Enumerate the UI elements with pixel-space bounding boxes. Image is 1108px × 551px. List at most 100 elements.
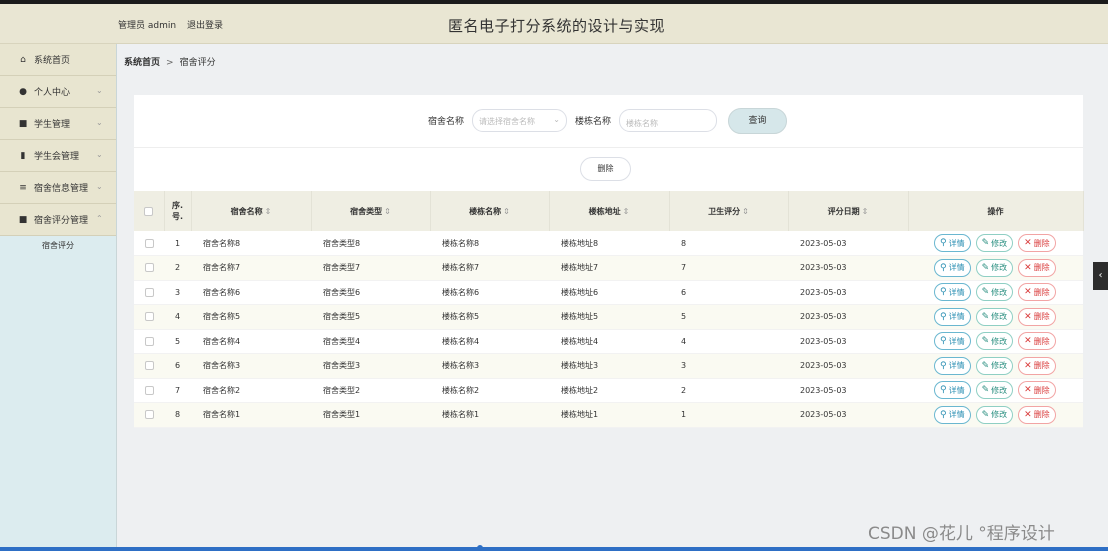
detail-button[interactable]: ⚲ 详情 [934,381,971,400]
sidebar-item[interactable]: ▮ 学生会管理 ⌄ [0,140,116,172]
edit-button[interactable]: ✎ 修改 [975,405,1014,424]
col-building-address[interactable]: 楼栋地址 ⇕ [549,191,670,231]
delete-label: 删除 [1033,263,1050,273]
search-icon: ⚲ [940,409,947,420]
cell-actions: ⚲ 详情 ✎ 修改 ✕ 删除 [908,280,1083,305]
cell-dorm-type: 宿舍类型6 [311,280,430,305]
cell-building-name: 楼栋名称2 [430,378,549,403]
submenu-item[interactable]: 宿舍评分 [0,236,116,256]
query-button[interactable]: 查询 [728,108,787,134]
detail-label: 详情 [948,312,965,322]
collapse-tab-icon[interactable]: ‹ [1093,262,1108,290]
sidebar-item[interactable]: ■ 宿舍评分管理 ⌃ [0,204,116,236]
pencil-icon: ✎ [981,262,990,273]
edit-button[interactable]: ✎ 修改 [975,234,1014,252]
delete-button[interactable]: ✕ 删除 [1018,332,1056,351]
detail-button[interactable]: ⚲ 详情 [934,258,971,277]
batch-delete-button[interactable]: 删除 [580,157,631,181]
delete-button[interactable]: ✕ 删除 [1018,405,1056,424]
edit-button[interactable]: ✎ 修改 [975,356,1014,375]
divider [134,147,1083,148]
col-label: 评分日期 [827,206,860,216]
sort-icon: ⇕ [384,206,391,216]
row-select-cell [134,280,164,305]
detail-label: 详情 [948,263,965,273]
row-checkbox[interactable] [144,263,154,273]
col-dorm-type[interactable]: 宿舍类型 ⇕ [311,191,431,231]
pencil-icon: ✎ [981,409,990,420]
edit-label: 修改 [991,336,1008,346]
row-index: 1 [164,231,191,256]
edit-button[interactable]: ✎ 修改 [975,381,1014,400]
clipboard-icon: ▮ [20,150,26,161]
cell-dorm-type: 宿舍类型3 [311,353,430,379]
cell-actions: ⚲ 详情 ✎ 修改 ✕ 删除 [908,353,1083,379]
row-index: 8 [164,402,191,428]
detail-button[interactable]: ⚲ 详情 [934,356,971,375]
detail-button[interactable]: ⚲ 详情 [934,332,971,351]
edit-button[interactable]: ✎ 修改 [975,307,1014,326]
close-icon: ✕ [1024,262,1032,273]
delete-button[interactable]: ✕ 删除 [1018,258,1056,277]
taskbar-strip [0,547,1108,551]
col-rating-date[interactable]: 评分日期 ⇕ [788,191,909,231]
col-dorm-name[interactable]: 宿舍名称 ⇕ [191,191,312,231]
detail-button[interactable]: ⚲ 详情 [934,283,971,302]
sidebar-item[interactable]: ⌂ 系统首页 [0,44,116,76]
delete-button[interactable]: ✕ 删除 [1018,283,1056,302]
cell-rating-date: 2023-05-03 [788,231,908,256]
app-header: 管理员 admin 退出登录 匿名电子打分系统的设计与实现 [0,4,1108,44]
cell-actions: ⚲ 详情 ✎ 修改 ✕ 删除 [908,329,1083,354]
edit-button[interactable]: ✎ 修改 [975,258,1014,277]
breadcrumb: 系统首页 > 宿舍评分 [124,55,216,68]
detail-button[interactable]: ⚲ 详情 [934,405,971,424]
detail-label: 详情 [948,410,965,420]
cell-rating-date: 2023-05-03 [788,304,908,330]
logout-link[interactable]: 退出登录 [187,21,223,31]
delete-label: 删除 [1033,410,1050,420]
row-checkbox[interactable] [144,312,154,322]
cell-building-name: 楼栋名称8 [430,231,549,256]
col-building-name[interactable]: 楼栋名称 ⇕ [430,191,550,231]
select-all-checkbox[interactable] [144,206,154,216]
cell-hygiene-score: 7 [669,255,788,281]
sidebar-menu: ⌂ 系统首页 ● 个人中心 ⌄ ■ 学生管理 ⌄ ▮ 学生会管理 ⌄ ≡ 宿舍信息管理 ⌄ ■ 宿舍评分管理 ⌃… [0,44,116,256]
table-header-row: 序. 号. 宿舍名称 ⇕ 宿舍类型 ⇕ 楼栋名称 ⇕ 楼栋地址 ⇕ 卫生评分 ⇕ 评分日期… [134,191,1084,231]
col-label: 卫生评分 [708,206,741,216]
col-hygiene-score[interactable]: 卫生评分 ⇕ [669,191,789,231]
row-checkbox[interactable] [144,361,154,371]
delete-button[interactable]: ✕ 删除 [1018,381,1056,400]
chevron-icon: ⌄ [96,118,103,127]
row-select-cell [134,353,164,379]
chevron-down-icon: ⌄ [553,115,560,124]
cell-actions: ⚲ 详情 ✎ 修改 ✕ 删除 [908,304,1083,330]
delete-button[interactable]: ✕ 删除 [1018,356,1056,375]
pencil-icon: ✎ [981,311,990,322]
breadcrumb-home[interactable]: 系统首页 [124,58,160,68]
detail-button[interactable]: ⚲ 详情 [934,307,971,326]
detail-button[interactable]: ⚲ 详情 [934,234,971,252]
row-checkbox[interactable] [144,410,154,420]
row-checkbox[interactable] [144,385,154,395]
sidebar-item[interactable]: ● 个人中心 ⌄ [0,76,116,108]
row-checkbox[interactable] [144,238,154,248]
cell-dorm-name: 宿舍名称6 [191,280,311,305]
building-name-input[interactable] [619,109,717,132]
dorm-name-select[interactable]: 请选择宿舍名称 ⌄ [472,109,567,132]
edit-label: 修改 [991,410,1008,420]
cell-dorm-name: 宿舍名称1 [191,402,311,428]
sidebar-item-label: 个人中心 [34,88,71,98]
row-checkbox[interactable] [144,287,154,297]
row-select-cell [134,378,164,403]
sidebar-item[interactable]: ■ 学生管理 ⌄ [0,108,116,140]
cell-rating-date: 2023-05-03 [788,280,908,305]
sidebar-item[interactable]: ≡ 宿舍信息管理 ⌄ [0,172,116,204]
edit-button[interactable]: ✎ 修改 [975,283,1014,302]
grid-icon: ■ [18,214,28,225]
delete-button[interactable]: ✕ 删除 [1018,307,1056,326]
cell-dorm-name: 宿舍名称3 [191,353,311,379]
delete-button[interactable]: ✕ 删除 [1018,234,1056,252]
edit-label: 修改 [991,287,1008,297]
row-checkbox[interactable] [144,336,154,346]
edit-button[interactable]: ✎ 修改 [975,332,1014,351]
